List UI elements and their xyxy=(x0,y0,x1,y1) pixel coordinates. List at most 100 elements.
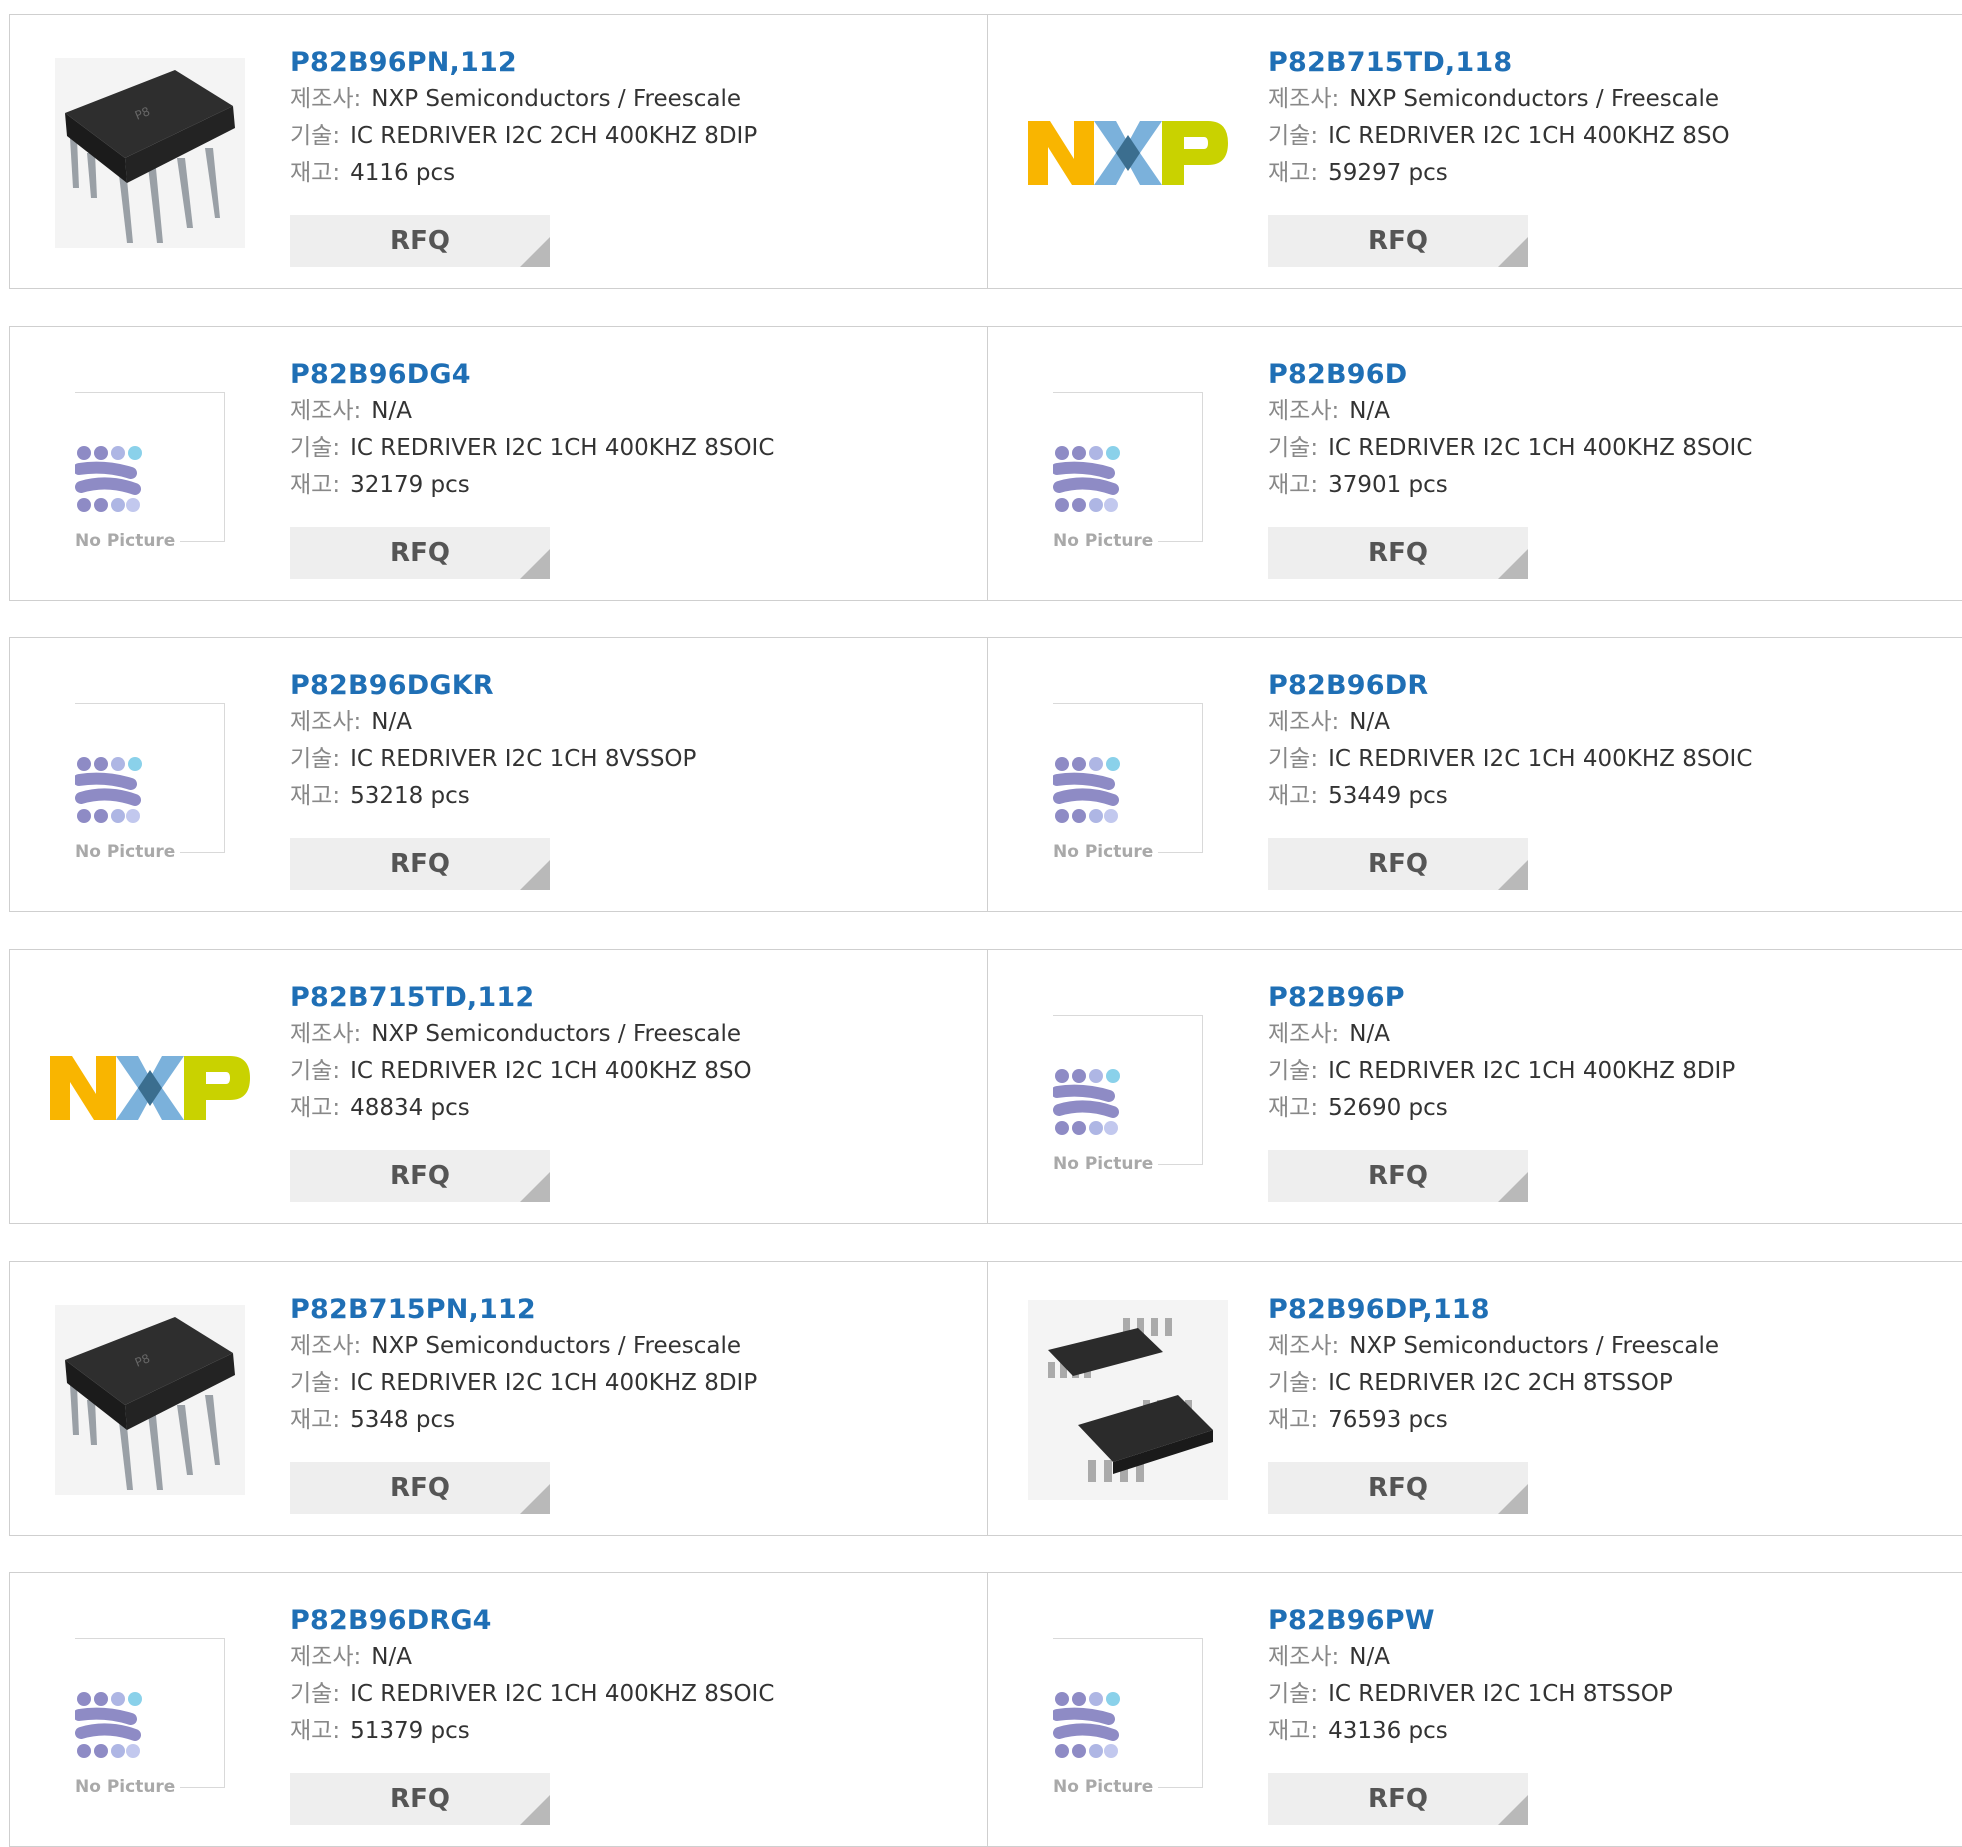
label-separator: : xyxy=(1310,746,1319,772)
stock-label: 재고 xyxy=(290,472,333,498)
no-picture-icon[interactable]: No Picture xyxy=(75,703,225,861)
description-value: IC REDRIVER I2C 1CH 400KHZ 8DIP xyxy=(1328,1058,1736,1084)
description-value: IC REDRIVER I2C 2CH 400KHZ 8DIP xyxy=(350,123,758,149)
rfq-button[interactable]: RFQ xyxy=(290,838,550,890)
product-image[interactable]: No Picture xyxy=(50,367,250,567)
product-card: No Picture P82B96DRG4 제조사: N/A 기술: IC REDRIVE… xyxy=(9,1572,988,1847)
manufacturer-row: 제조사: N/A xyxy=(290,704,967,741)
part-number-link[interactable]: P82B96PN,112 xyxy=(290,45,967,81)
manufacturer-label: 제조사 xyxy=(1268,1644,1332,1670)
product-card: No Picture P82B96D 제조사: N/A 기술: IC REDRIVER I… xyxy=(987,326,1962,601)
product-image[interactable] xyxy=(50,990,250,1190)
manufacturer-row: 제조사: N/A xyxy=(290,393,967,430)
no-picture-icon[interactable]: No Picture xyxy=(1053,1015,1203,1173)
manufacturer-row: 제조사: N/A xyxy=(290,1639,967,1676)
part-number-link[interactable]: P82B96PW xyxy=(1268,1603,1948,1639)
part-number-link[interactable]: P82B96D xyxy=(1268,357,1948,393)
part-number-link[interactable]: P82B96P xyxy=(1268,980,1948,1016)
description-value: IC REDRIVER I2C 1CH 400KHZ 8SOIC xyxy=(1328,746,1753,772)
label-separator: : xyxy=(332,783,341,809)
manufacturer-value: N/A xyxy=(371,398,412,424)
product-image[interactable]: No Picture xyxy=(1028,1613,1228,1813)
description-value: IC REDRIVER I2C 2CH 8TSSOP xyxy=(1328,1370,1673,1396)
manufacturer-value: N/A xyxy=(371,709,412,735)
rfq-button[interactable]: RFQ xyxy=(1268,1150,1528,1202)
manufacturer-label: 제조사 xyxy=(1268,709,1332,735)
label-separator: : xyxy=(332,746,341,772)
rfq-label: RFQ xyxy=(1368,1784,1428,1814)
description-label: 기술 xyxy=(1268,1370,1311,1396)
rfq-button[interactable]: RFQ xyxy=(1268,527,1528,579)
rfq-button[interactable]: RFQ xyxy=(290,215,550,267)
rfq-button[interactable]: RFQ xyxy=(1268,1462,1528,1514)
label-separator: : xyxy=(1310,160,1319,186)
product-image[interactable]: No Picture xyxy=(50,1613,250,1813)
description-value: IC REDRIVER I2C 1CH 400KHZ 8SO xyxy=(1328,123,1730,149)
part-number-link[interactable]: P82B715TD,118 xyxy=(1268,45,1948,81)
description-row: 기술: IC REDRIVER I2C 2CH 8TSSOP xyxy=(1268,1365,1948,1402)
product-image[interactable] xyxy=(1028,1300,1228,1504)
rfq-corner-icon xyxy=(520,1484,550,1514)
part-number-link[interactable]: P82B715TD,112 xyxy=(290,980,967,1016)
rfq-corner-icon xyxy=(1498,549,1528,579)
rfq-button[interactable]: RFQ xyxy=(290,1150,550,1202)
label-separator: : xyxy=(332,1718,341,1744)
product-image[interactable]: No Picture xyxy=(1028,990,1228,1190)
product-image[interactable]: P8 xyxy=(50,55,250,255)
rfq-corner-icon xyxy=(520,860,550,890)
label-separator: : xyxy=(353,1021,362,1047)
stock-row: 재고: 48834 pcs xyxy=(290,1090,967,1127)
description-label: 기술 xyxy=(290,1681,333,1707)
nxp-logo-icon[interactable] xyxy=(1028,113,1228,197)
product-image[interactable]: No Picture xyxy=(50,678,250,878)
label-separator: : xyxy=(332,1407,341,1433)
rfq-corner-icon xyxy=(1498,1484,1528,1514)
description-label: 기술 xyxy=(290,1370,333,1396)
product-image[interactable]: P8 xyxy=(50,1302,250,1502)
label-separator: : xyxy=(1331,1333,1340,1359)
label-separator: : xyxy=(332,160,341,186)
rfq-label: RFQ xyxy=(1368,226,1428,256)
rfq-button[interactable]: RFQ xyxy=(290,1462,550,1514)
nxp-logo-icon[interactable] xyxy=(50,1048,250,1132)
rfq-label: RFQ xyxy=(390,849,450,879)
description-row: 기술: IC REDRIVER I2C 1CH 400KHZ 8SOIC xyxy=(290,1676,967,1713)
part-number-link[interactable]: P82B96DP,118 xyxy=(1268,1292,1948,1328)
dip8-chip-icon[interactable]: P8 xyxy=(55,1305,245,1499)
part-number-link[interactable]: P82B96DGKR xyxy=(290,668,967,704)
part-number-link[interactable]: P82B96DR xyxy=(1268,668,1948,704)
description-row: 기술: IC REDRIVER I2C 1CH 8VSSOP xyxy=(290,741,967,778)
product-image[interactable]: No Picture xyxy=(1028,367,1228,567)
manufacturer-label: 제조사 xyxy=(290,398,354,424)
rfq-button[interactable]: RFQ xyxy=(1268,838,1528,890)
rfq-corner-icon xyxy=(1498,1795,1528,1825)
product-image[interactable]: No Picture xyxy=(1028,678,1228,878)
description-label: 기술 xyxy=(1268,1058,1311,1084)
product-image[interactable] xyxy=(1028,55,1228,255)
stock-row: 재고: 53218 pcs xyxy=(290,778,967,815)
no-picture-icon[interactable]: No Picture xyxy=(75,392,225,550)
no-picture-icon[interactable]: No Picture xyxy=(1053,1638,1203,1796)
rfq-button[interactable]: RFQ xyxy=(1268,1773,1528,1825)
rfq-button[interactable]: RFQ xyxy=(1268,215,1528,267)
manufacturer-label: 제조사 xyxy=(290,1021,354,1047)
no-picture-icon[interactable]: No Picture xyxy=(75,1638,225,1796)
description-label: 기술 xyxy=(1268,1681,1311,1707)
product-card: No Picture P82B96DR 제조사: N/A 기술: IC REDRIVER … xyxy=(987,637,1962,912)
part-number-link[interactable]: P82B96DRG4 xyxy=(290,1603,967,1639)
dip8-chip-icon[interactable]: P8 xyxy=(55,58,245,252)
product-card: P82B96DP,118 제조사: NXP Semiconductors / Fre… xyxy=(987,1261,1962,1536)
tssop-chip-icon[interactable] xyxy=(1028,1300,1228,1504)
part-number-link[interactable]: P82B96DG4 xyxy=(290,357,967,393)
product-card: P82B715TD,118 제조사: NXP Semiconductors / Fr… xyxy=(987,14,1962,289)
rfq-button[interactable]: RFQ xyxy=(290,527,550,579)
no-picture-icon[interactable]: No Picture xyxy=(1053,703,1203,861)
no-picture-icon[interactable]: No Picture xyxy=(1053,392,1203,550)
label-separator: : xyxy=(1331,1021,1340,1047)
rfq-button[interactable]: RFQ xyxy=(290,1773,550,1825)
label-separator: : xyxy=(332,1681,341,1707)
rfq-label: RFQ xyxy=(1368,1161,1428,1191)
rfq-label: RFQ xyxy=(390,1161,450,1191)
part-number-link[interactable]: P82B715PN,112 xyxy=(290,1292,967,1328)
no-picture-label: No Picture xyxy=(75,532,181,550)
